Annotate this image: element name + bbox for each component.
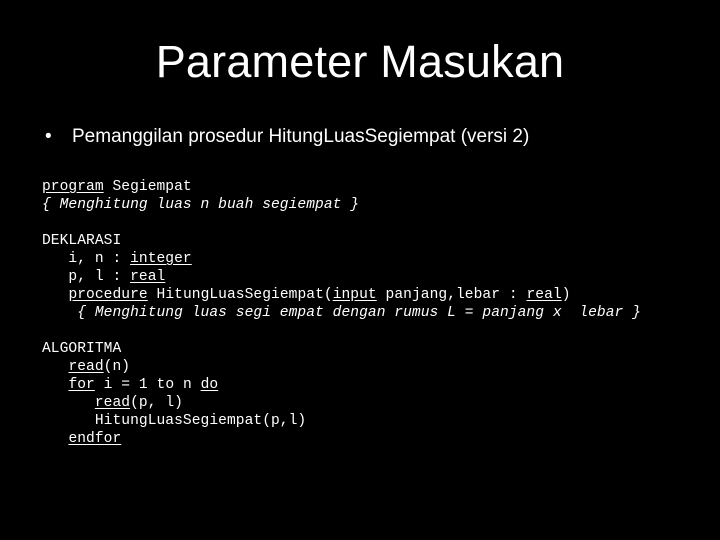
- line-comment-2: { Menghitung luas segi empat dengan rumu…: [42, 304, 641, 322]
- line-deklarasi: DEKLARASI: [42, 232, 641, 250]
- line-algoritma: ALGORITMA: [42, 340, 641, 358]
- code-comment: { Menghitung luas n buah segiempat }: [42, 197, 360, 213]
- line-blank-2: [42, 322, 641, 340]
- line-decl-int: i, n : integer: [42, 250, 641, 268]
- pseudocode-block: program Segiempat{ Menghitung luas n bua…: [42, 178, 641, 448]
- code-text: ): [561, 287, 571, 303]
- line-procedure: procedure HitungLuasSegiempat(input panj…: [42, 286, 641, 304]
- line-decl-real: p, l : real: [42, 268, 641, 286]
- code-text: DEKLARASI: [42, 233, 122, 249]
- code-keyword: program: [42, 179, 104, 195]
- code-comment: { Menghitung luas segi empat dengan rumu…: [42, 305, 641, 321]
- code-keyword: input: [332, 287, 377, 303]
- code-keyword: procedure: [68, 287, 148, 303]
- line-read-n: read(n): [42, 358, 641, 376]
- bullet-item-label: Pemanggilan prosedur HitungLuasSegiempat…: [72, 126, 530, 147]
- code-text: p, l :: [42, 269, 131, 285]
- code-text: Segiempat: [103, 179, 192, 195]
- line-program: program Segiempat: [42, 178, 641, 196]
- code-keyword: for: [68, 377, 95, 393]
- code-text: HitungLuasSegiempat(: [147, 287, 333, 303]
- line-read-pl: read(p, l): [42, 394, 641, 412]
- code-keyword: real: [526, 287, 562, 303]
- code-text: panjang,lebar :: [376, 287, 527, 303]
- bullet-list: • Pemanggilan prosedur HitungLuasSegiemp…: [38, 124, 688, 150]
- code-keyword: integer: [130, 251, 192, 267]
- code-keyword: read: [94, 395, 131, 411]
- code-keyword: do: [200, 377, 219, 393]
- line-call: HitungLuasSegiempat(p,l): [42, 412, 641, 430]
- code-text: (p, l): [130, 395, 183, 411]
- line-endfor: endfor: [42, 430, 641, 448]
- code-keyword: real: [130, 269, 166, 285]
- page-title: Parameter Masukan: [155, 36, 565, 87]
- line-for: for i = 1 to n do: [42, 376, 641, 394]
- line-comment-1: { Menghitung luas n buah segiempat }: [42, 196, 641, 214]
- line-blank-1: [42, 214, 641, 232]
- list-item: • Pemanggilan prosedur HitungLuasSegiemp…: [38, 124, 688, 150]
- slide-canvas: Parameter Masukan • Pemanggilan prosedur…: [0, 0, 720, 540]
- code-keyword: endfor: [68, 431, 122, 447]
- code-text: (n): [103, 359, 131, 375]
- code-keyword: read: [68, 359, 104, 375]
- code-text: HitungLuasSegiempat(p,l): [42, 413, 307, 429]
- code-text: i = 1 to n: [94, 377, 201, 393]
- code-text: i, n :: [42, 251, 131, 267]
- code-text: ALGORITMA: [42, 341, 122, 357]
- bullet-point-icon: •: [45, 126, 52, 147]
